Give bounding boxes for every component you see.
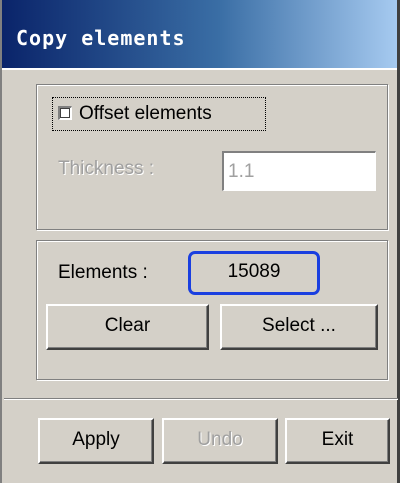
- copy-elements-dialog: Copy elements Offset elements Thickness …: [0, 0, 400, 483]
- thickness-field: [222, 151, 376, 191]
- undo-button: Undo: [162, 418, 278, 464]
- offset-elements-checkbox-row[interactable]: Offset elements: [52, 97, 266, 131]
- title-bar[interactable]: Copy elements: [2, 0, 397, 70]
- offset-elements-label: Offset elements: [79, 103, 212, 124]
- elements-count: 15089: [188, 251, 320, 295]
- clear-button[interactable]: Clear: [46, 304, 209, 350]
- footer-separator: [4, 398, 398, 400]
- select-button[interactable]: Select ...: [220, 304, 378, 350]
- apply-button[interactable]: Apply: [38, 418, 154, 464]
- exit-button-label: Exit: [321, 429, 354, 450]
- clear-button-label: Clear: [104, 315, 151, 336]
- elements-label: Elements :: [58, 262, 148, 283]
- dialog-title: Copy elements: [16, 26, 186, 50]
- select-button-label: Select ...: [262, 315, 336, 336]
- offset-elements-checkbox[interactable]: [58, 106, 72, 120]
- apply-button-label: Apply: [72, 429, 120, 450]
- thickness-label: Thickness :: [58, 158, 155, 179]
- undo-button-label: Undo: [197, 429, 243, 450]
- exit-button[interactable]: Exit: [285, 418, 390, 464]
